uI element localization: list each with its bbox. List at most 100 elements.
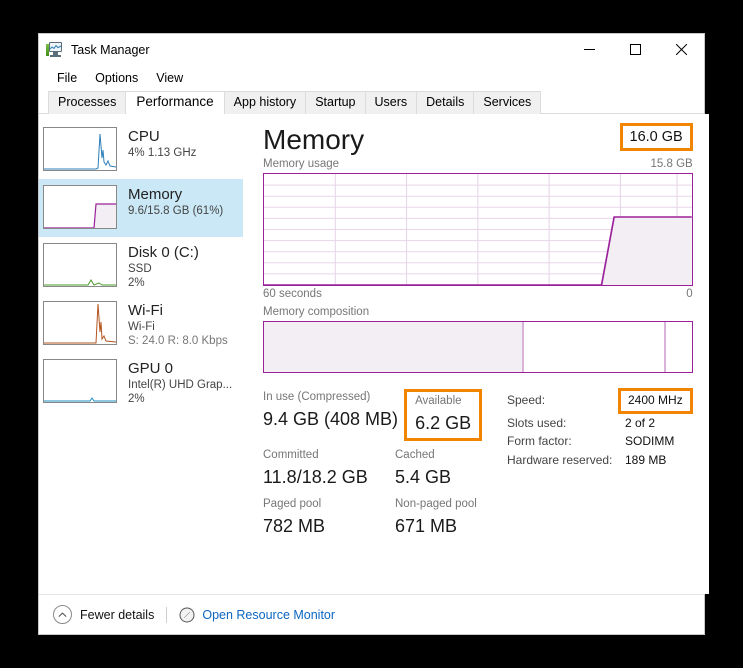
gpu-thumbnail-graph [43,359,117,403]
stats-row-committed-cached: Committed 11.8/18.2 GB Cached 5.4 GB [263,447,491,490]
memory-stats: In use (Compressed) 9.4 GB (408 MB) Avai… [263,388,693,539]
memory-usage-max: 15.8 GB [650,158,693,170]
resource-sidebar: CPU 4% 1.13 GHz Memory 9.6/15.8 GB (61%) [39,114,243,594]
spec-row-hardware-reserved: Hardware reserved: 189 MB [507,451,693,470]
paged-pool-value: 782 MB [263,516,326,536]
window-title: Task Manager [71,42,150,57]
sidebar-item-label: Wi-Fi [128,302,163,319]
in-use-value: 9.4 GB (408 MB) [263,409,399,429]
window-controls [566,34,704,65]
memory-thumbnail-graph [43,185,117,229]
cached-value: 5.4 GB [395,467,452,487]
sidebar-item-label: GPU 0 [128,360,174,377]
form-factor-value: SODIMM [625,434,675,448]
stats-row-inuse-available: In use (Compressed) 9.4 GB (408 MB) Avai… [263,389,491,441]
graph-axis-labels: 60 seconds 0 [263,288,693,300]
stats-row-pools: Paged pool 782 MB Non-paged pool 671 MB [263,496,491,539]
close-icon[interactable] [658,34,704,65]
non-paged-pool-value: 671 MB [395,516,458,536]
stat-paged-pool: Paged pool 782 MB [263,496,395,539]
task-manager-icon [46,41,63,58]
committed-label: Committed [263,449,319,461]
page-title: Memory [263,124,365,155]
sidebar-item-sub1: Wi-Fi [128,321,155,333]
memory-usage-label: Memory usage [263,158,340,170]
composition-divider-1 [521,322,524,372]
minimize-icon[interactable] [566,34,612,65]
axis-label-right: 0 [686,288,693,300]
total-memory-value: 16.0 GB [629,129,683,145]
sidebar-item-gpu[interactable]: GPU 0 Intel(R) UHD Grap... 2% [39,353,243,411]
axis-label-left: 60 seconds [263,288,322,300]
tab-users[interactable]: Users [364,91,418,114]
body-area: CPU 4% 1.13 GHz Memory 9.6/15.8 GB (61%) [39,114,709,594]
stats-left-column: In use (Compressed) 9.4 GB (408 MB) Avai… [263,389,491,539]
stat-non-paged-pool: Non-paged pool 671 MB [395,496,477,539]
open-resource-monitor-link[interactable]: Open Resource Monitor [202,608,335,622]
sidebar-item-memory[interactable]: Memory 9.6/15.8 GB (61%) [39,179,243,237]
sidebar-item-sub1: SSD [128,263,152,275]
menu-item-view[interactable]: View [147,68,192,88]
committed-value: 11.8/18.2 GB [263,467,368,487]
hardware-reserved-label: Hardware reserved: [507,452,613,467]
menu-item-options[interactable]: Options [86,68,147,88]
non-paged-pool-label: Non-paged pool [395,498,477,510]
sidebar-item-label: Disk 0 (C:) [128,244,199,261]
tab-performance[interactable]: Performance [125,91,225,114]
sidebar-item-sub1: 4% 1.13 GHz [128,147,197,159]
memory-specs: Speed: 2400 MHz Slots used: 2 of 2 Form … [507,388,693,539]
tab-processes[interactable]: Processes [48,91,127,114]
stat-cached: Cached 5.4 GB [395,447,451,490]
in-use-label: In use (Compressed) [263,391,371,403]
memory-composition-bar [263,321,693,373]
status-bar: Fewer details Open Resource Monitor [39,594,704,634]
sidebar-item-disk[interactable]: Disk 0 (C:) SSD 2% [39,237,243,295]
usage-caption-row: Memory usage 15.8 GB [263,158,693,170]
stat-in-use: In use (Compressed) 9.4 GB (408 MB) [263,389,398,441]
tab-app-history[interactable]: App history [223,91,307,114]
composition-in-use-segment [264,322,522,372]
panel-header: Memory 16.0 GB [263,123,693,156]
available-value: 6.2 GB [415,413,472,433]
sidebar-item-sub2: 2% [128,277,145,289]
memory-composition-label: Memory composition [263,306,370,318]
tab-strip: Processes Performance App history Startu… [39,90,704,114]
speed-label: Speed: [507,393,546,407]
spec-row-slots-used: Slots used: 2 of 2 [507,414,693,433]
spec-row-speed: Speed: 2400 MHz [507,388,693,414]
hardware-reserved-value: 189 MB [625,452,667,467]
menu-bar: File Options View [39,65,704,90]
sidebar-item-sub1: 9.6/15.8 GB (61%) [128,205,224,217]
sidebar-item-label: CPU [128,128,160,145]
task-manager-window: Task Manager File Options View Processes… [38,33,709,635]
chevron-up-icon[interactable] [53,605,72,624]
maximize-icon[interactable] [612,34,658,65]
footer-divider [166,606,168,623]
fewer-details-button[interactable]: Fewer details [80,608,154,622]
slots-used-label: Slots used: [507,415,567,430]
stat-committed: Committed 11.8/18.2 GB [263,447,395,490]
resource-monitor-icon [179,607,195,622]
stat-available-highlighted: Available 6.2 GB [404,389,483,441]
slots-used-value: 2 of 2 [625,415,656,430]
sidebar-item-sub2: S: 24.0 R: 8.0 Kbps [128,335,228,347]
cached-label: Cached [395,449,435,461]
memory-usage-graph-wrap: 60 seconds 0 [263,173,693,300]
tab-services[interactable]: Services [473,91,542,114]
sidebar-item-wifi[interactable]: Wi-Fi Wi-Fi S: 24.0 R: 8.0 Kbps [39,295,243,353]
paged-pool-label: Paged pool [263,498,322,510]
sidebar-item-label: Memory [128,186,183,203]
memory-detail-panel: Memory 16.0 GB Memory usage 15.8 GB 60 s… [243,114,709,594]
memory-usage-graph [263,173,693,286]
form-factor-label: Form factor: [507,434,572,448]
sidebar-item-sub2: 2% [128,393,145,405]
composition-divider-2 [663,322,666,372]
available-label: Available [415,395,462,407]
spec-row-form-factor: Form factor: SODIMM [507,432,693,451]
tab-startup[interactable]: Startup [305,91,366,114]
sidebar-item-sub1: Intel(R) UHD Grap... [128,379,233,391]
tab-details[interactable]: Details [416,91,475,114]
menu-item-file[interactable]: File [48,68,86,88]
sidebar-item-cpu[interactable]: CPU 4% 1.13 GHz [39,121,243,179]
wifi-thumbnail-graph [43,301,117,345]
